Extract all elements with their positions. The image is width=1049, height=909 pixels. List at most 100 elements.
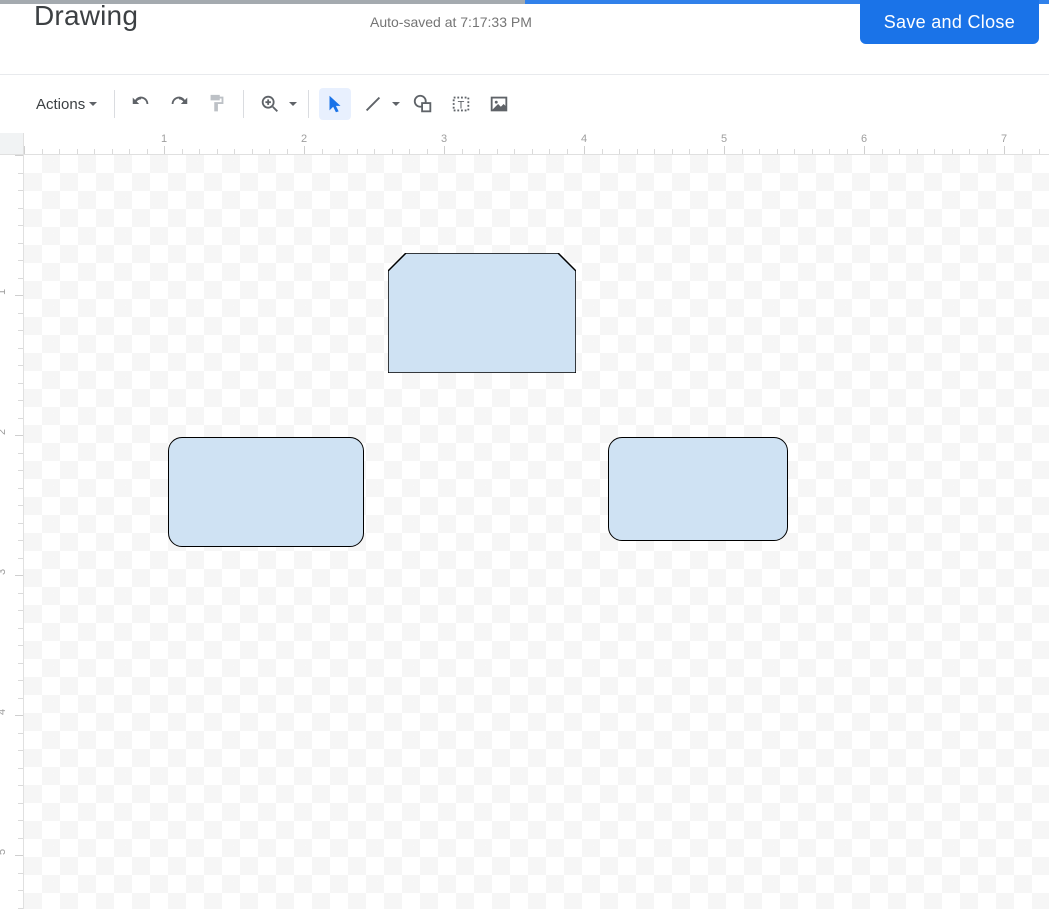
ruler-tick bbox=[322, 149, 323, 154]
ruler-tick bbox=[24, 146, 25, 154]
ruler-tick bbox=[234, 149, 235, 154]
shape-rrect-left[interactable] bbox=[168, 437, 364, 547]
caret-down-icon bbox=[288, 99, 298, 109]
ruler-tick bbox=[18, 260, 23, 261]
ruler-tick bbox=[18, 243, 23, 244]
ruler-tick bbox=[18, 803, 23, 804]
ruler-tick bbox=[147, 149, 148, 154]
ruler-label: 3 bbox=[0, 569, 8, 575]
caret-down-icon bbox=[391, 99, 401, 109]
ruler-tick bbox=[15, 295, 23, 296]
ruler-tick bbox=[619, 149, 620, 154]
ruler-tick bbox=[18, 785, 23, 786]
ruler-tick bbox=[549, 149, 550, 154]
ruler-tick bbox=[724, 146, 725, 154]
ruler-tick bbox=[15, 575, 23, 576]
toolbar-separator bbox=[243, 90, 244, 118]
ruler-tick bbox=[18, 470, 23, 471]
ruler-tick bbox=[252, 149, 253, 154]
ruler-tick bbox=[18, 558, 23, 559]
ruler-label: 2 bbox=[0, 429, 8, 435]
ruler-tick bbox=[112, 149, 113, 154]
page-title: Drawing bbox=[34, 0, 138, 32]
ruler-tick bbox=[444, 146, 445, 154]
ruler-tick bbox=[18, 663, 23, 664]
toolbar-separator bbox=[114, 90, 115, 118]
save-and-close-button[interactable]: Save and Close bbox=[860, 0, 1039, 44]
ruler-tick bbox=[602, 149, 603, 154]
toolbar: Actions bbox=[0, 82, 1049, 126]
ruler-tick bbox=[18, 173, 23, 174]
ruler-vertical[interactable]: 12345 bbox=[0, 155, 24, 909]
ruler-tick bbox=[392, 149, 393, 154]
ruler-tick bbox=[18, 348, 23, 349]
ruler-tick bbox=[567, 149, 568, 154]
ruler-tick bbox=[182, 149, 183, 154]
ruler-tick bbox=[164, 146, 165, 154]
shape-rrect-right[interactable] bbox=[608, 437, 788, 541]
ruler-label: 5 bbox=[721, 133, 727, 145]
ruler-tick bbox=[374, 149, 375, 154]
ruler-tick bbox=[18, 400, 23, 401]
ruler-label: 1 bbox=[161, 133, 167, 145]
ruler-tick bbox=[129, 149, 130, 154]
ruler-tick bbox=[287, 149, 288, 154]
line-tool[interactable] bbox=[357, 88, 401, 120]
ruler-tick bbox=[18, 750, 23, 751]
ruler-tick bbox=[304, 146, 305, 154]
select-tool[interactable] bbox=[319, 88, 351, 120]
ruler-tick bbox=[18, 593, 23, 594]
ruler-tick bbox=[777, 149, 778, 154]
ruler-tick bbox=[882, 149, 883, 154]
undo-button[interactable] bbox=[125, 88, 157, 120]
ruler-tick bbox=[532, 149, 533, 154]
ruler-tick bbox=[1039, 149, 1040, 154]
ruler-tick bbox=[759, 149, 760, 154]
ruler-tick bbox=[1022, 149, 1023, 154]
ruler-tick bbox=[672, 149, 673, 154]
actions-menu[interactable]: Actions bbox=[34, 92, 104, 117]
ruler-tick bbox=[18, 225, 23, 226]
ruler-label: 7 bbox=[1001, 133, 1007, 145]
ruler-tick bbox=[18, 908, 23, 909]
ruler-tick bbox=[18, 540, 23, 541]
ruler-tick bbox=[15, 155, 23, 156]
header: Drawing Auto-saved at 7:17:33 PM Save an… bbox=[0, 4, 1049, 50]
zoom-menu[interactable] bbox=[254, 88, 298, 120]
ruler-tick bbox=[42, 149, 43, 154]
canvas-area: 1234567 12345 bbox=[0, 133, 1049, 909]
ruler-tick bbox=[654, 149, 655, 154]
ruler-tick bbox=[59, 149, 60, 154]
ruler-label: 5 bbox=[0, 849, 8, 855]
ruler-tick bbox=[18, 383, 23, 384]
ruler-tick bbox=[18, 698, 23, 699]
shape-card[interactable] bbox=[388, 253, 576, 373]
textbox-tool[interactable]: T bbox=[445, 88, 477, 120]
drawing-surface[interactable] bbox=[24, 155, 1049, 909]
ruler-tick bbox=[1004, 146, 1005, 154]
ruler-tick bbox=[18, 733, 23, 734]
ruler-tick bbox=[18, 873, 23, 874]
redo-button[interactable] bbox=[163, 88, 195, 120]
ruler-tick bbox=[18, 820, 23, 821]
ruler-tick bbox=[18, 680, 23, 681]
header-divider bbox=[0, 74, 1049, 75]
ruler-horizontal[interactable]: 1234567 bbox=[24, 133, 1049, 155]
ruler-tick bbox=[94, 149, 95, 154]
ruler-tick bbox=[952, 149, 953, 154]
ruler-tick bbox=[269, 149, 270, 154]
toolbar-separator bbox=[308, 90, 309, 118]
ruler-tick bbox=[18, 190, 23, 191]
ruler-tick bbox=[864, 146, 865, 154]
image-tool[interactable] bbox=[483, 88, 515, 120]
ruler-tick bbox=[899, 149, 900, 154]
ruler-tick bbox=[462, 149, 463, 154]
ruler-tick bbox=[742, 149, 743, 154]
ruler-label: 1 bbox=[0, 289, 8, 295]
ruler-tick bbox=[794, 149, 795, 154]
ruler-tick bbox=[18, 645, 23, 646]
shape-tool[interactable] bbox=[407, 88, 439, 120]
ruler-tick bbox=[427, 149, 428, 154]
ruler-tick bbox=[969, 149, 970, 154]
ruler-tick bbox=[409, 149, 410, 154]
